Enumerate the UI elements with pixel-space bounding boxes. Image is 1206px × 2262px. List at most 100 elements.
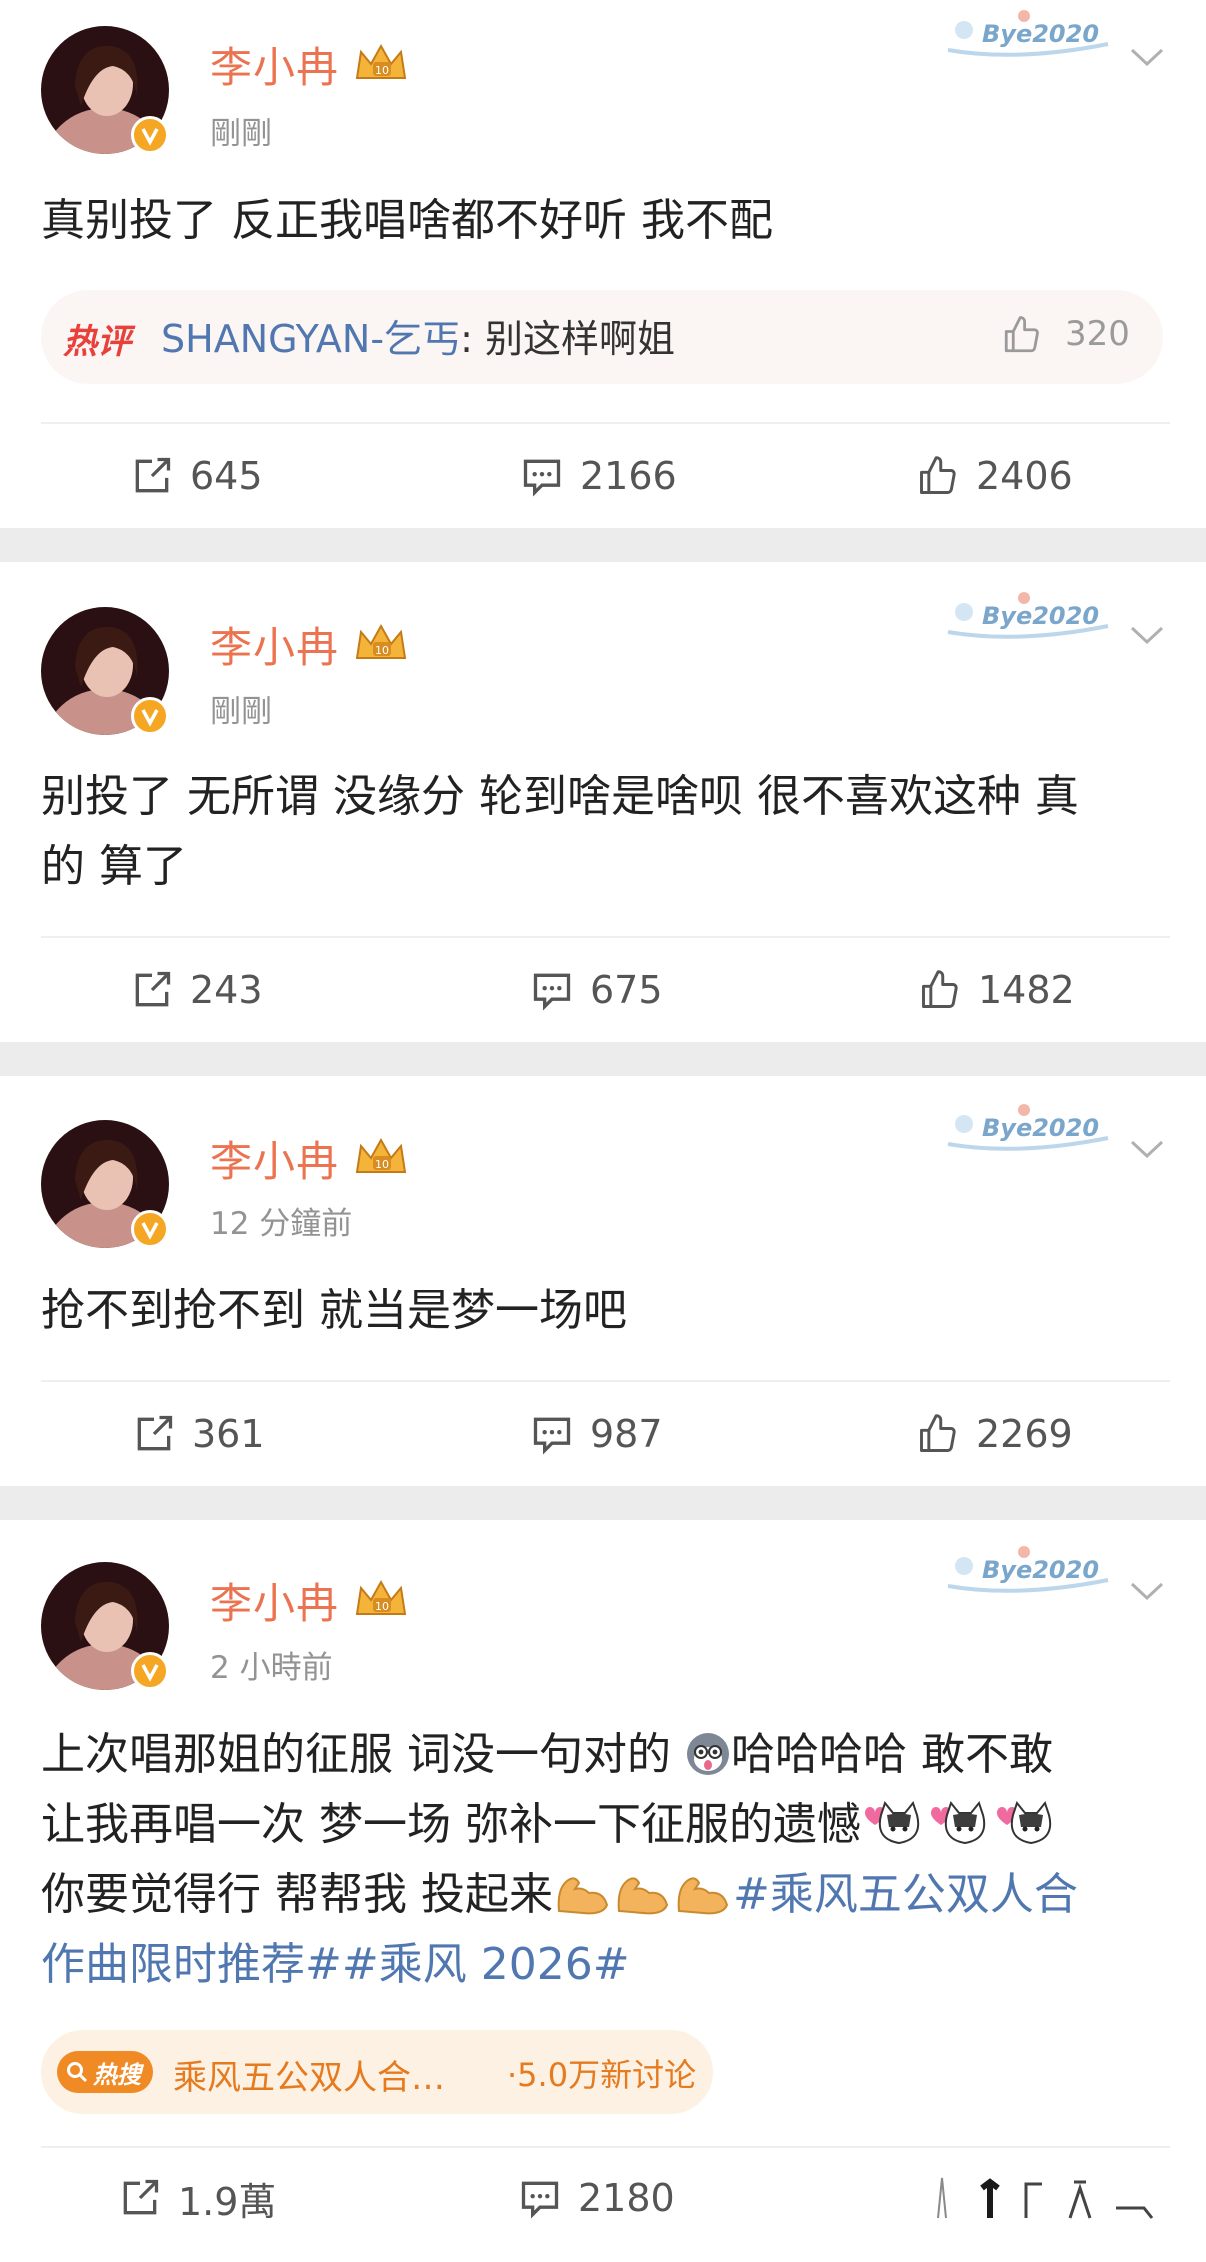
comment-count: 987 (590, 1412, 663, 1456)
svg-text:Bye2020: Bye2020 (982, 20, 1099, 48)
post-text-segment: 哈哈哈哈 敢不敢 (730, 1729, 1053, 1780)
svg-text:10: 10 (375, 1158, 389, 1171)
thumbs-up-icon (922, 970, 958, 1008)
thumbs-up-icon (920, 456, 956, 494)
post-text: 真别投了 反正我唱啥都不好听 我不配 (41, 195, 773, 246)
post-card: 李小冉 10 2 小時前 Bye2020 上次唱那姐的征服 词没一句对的 哈哈哈… (0, 1520, 1206, 2262)
comment-button[interactable]: 675 (530, 940, 663, 1040)
post-text-segment: 让我再唱一次 梦一场 弥补一下征服的遗憾 (41, 1799, 861, 1850)
comment-count: 2180 (578, 2176, 675, 2220)
post-text: 抢不到抢不到 就当是梦一场吧 (41, 1285, 627, 1336)
flexed-biceps-emoji-icon (557, 1877, 609, 1915)
like-count: 1482 (978, 968, 1075, 1012)
cat-heart-emoji-icon (996, 1800, 1052, 1845)
search-icon (67, 2062, 88, 2083)
like-button[interactable]: 1482 (918, 940, 1075, 1040)
post-time: 剛剛 (210, 694, 272, 730)
like-count: 2406 (976, 454, 1073, 498)
svg-text:Bye2020: Bye2020 (982, 602, 1099, 630)
repost-count: 645 (190, 454, 263, 498)
comment-icon (521, 2181, 559, 2219)
crown-badge-icon: 10 (355, 43, 407, 79)
hot-search-pill[interactable]: 热搜 乘风五公双人合… ·5.0万新讨论 (41, 2030, 713, 2114)
comment-button[interactable]: 987 (530, 1384, 663, 1484)
chevron-down-icon[interactable] (1129, 624, 1165, 646)
hot-comment[interactable]: 热评 SHANGYAN-乞丐: 别这样啊姐 320 (41, 290, 1163, 384)
username[interactable]: 李小冉 (210, 1570, 339, 1631)
flexed-biceps-emoji-icon (617, 1877, 669, 1915)
svg-text:Bye2020: Bye2020 (982, 1556, 1099, 1584)
post-text-segment: 你要觉得行 帮帮我 投起来 (41, 1869, 553, 1920)
post-text: 别投了 无所谓 没缘分 轮到啥是啥呗 很不喜欢这种 真 的 算了 (41, 762, 1170, 902)
divider (41, 422, 1170, 424)
post-text-segment: 上次唱那姐的征服 词没一句对的 (41, 1729, 685, 1780)
comment-button[interactable]: 2166 (520, 426, 677, 526)
comment-button[interactable]: 2180 (518, 2148, 675, 2248)
action-bar: 1.9萬 2180 (0, 2148, 1206, 2248)
repost-icon (135, 971, 171, 1007)
hot-search-badge: 热搜 (57, 2051, 153, 2093)
like-button[interactable] (930, 2148, 1186, 2248)
chevron-down-icon[interactable] (1129, 1580, 1165, 1602)
hot-search-count: ·5.0万新讨论 (507, 2056, 697, 2094)
hot-comment-label: 热评 (63, 322, 131, 362)
post-time: 2 小時前 (210, 1650, 333, 1686)
bye2020-decoration-icon: Bye2020 (947, 1546, 1109, 1593)
svg-text:10: 10 (375, 1600, 389, 1613)
thumbs-up-icon[interactable] (1001, 314, 1043, 356)
post-text: 上次唱那姐的征服 词没一句对的 哈哈哈哈 敢不敢 让我再唱一次 梦一场 弥补一下… (41, 1720, 1170, 2000)
comment-count: 675 (590, 968, 663, 1012)
crown-badge-icon: 10 (355, 1137, 407, 1173)
post-time: 12 分鐘前 (210, 1206, 353, 1242)
repost-count: 1.9萬 (178, 2179, 277, 2224)
hashtag-link[interactable]: 作曲限时推荐##乘风 2026# (41, 1939, 630, 1990)
like-button[interactable]: 2269 (916, 1384, 1073, 1484)
svg-text:10: 10 (375, 64, 389, 77)
comment-count: 2166 (580, 454, 677, 498)
repost-button[interactable]: 361 (132, 1384, 265, 1484)
repost-icon (135, 457, 171, 493)
hashtag-link[interactable]: #乘风五公双人合 (733, 1869, 1078, 1920)
thumbs-up-icon (920, 1414, 956, 1452)
cat-heart-emoji-icon (864, 1800, 920, 1845)
divider (41, 936, 1170, 938)
repost-count: 361 (192, 1412, 265, 1456)
bye2020-decoration-icon: Bye2020 (947, 1104, 1109, 1151)
action-bar: 645 2166 2406 (0, 426, 1206, 526)
username[interactable]: 李小冉 (210, 1128, 339, 1189)
comment-icon (533, 973, 571, 1011)
bye2020-decoration-icon: Bye2020 (947, 592, 1109, 639)
action-bar: 243 675 1482 (0, 940, 1206, 1040)
post-card: 李小冉 10 12 分鐘前 Bye2020 抢不到抢不到 就当是梦一场吧 361… (0, 1076, 1206, 1486)
chevron-down-icon[interactable] (1129, 46, 1165, 68)
post-text-line: 的 算了 (41, 841, 187, 892)
repost-count: 243 (190, 968, 263, 1012)
post-time: 剛剛 (210, 116, 272, 152)
username[interactable]: 李小冉 (210, 34, 339, 95)
repost-icon (123, 2179, 159, 2215)
husky-emoji-icon (686, 1733, 729, 1775)
chevron-down-icon[interactable] (1129, 1138, 1165, 1160)
bye2020-decoration-icon: Bye2020 (947, 10, 1109, 57)
action-bar: 361 987 2269 (0, 1384, 1206, 1484)
post-card: 李小冉 10 剛剛 Bye2020 真别投了 反正我唱啥都不好听 我不配 热评 … (0, 0, 1206, 528)
divider (41, 1380, 1170, 1382)
repost-button[interactable]: 1.9萬 (118, 2148, 276, 2248)
verified-badge-icon (131, 1652, 169, 1690)
repost-button[interactable]: 645 (130, 426, 263, 526)
verified-badge-icon (131, 116, 169, 154)
weibo-feed: 李小冉 10 剛剛 Bye2020 真别投了 反正我唱啥都不好听 我不配 热评 … (0, 0, 1206, 2262)
cat-heart-emoji-icon (930, 1800, 986, 1845)
flexed-biceps-emoji-icon (677, 1877, 729, 1915)
repost-icon (137, 1415, 173, 1451)
hot-comment-author[interactable]: SHANGYAN-乞丐 (161, 317, 460, 361)
like-count: 2269 (976, 1412, 1073, 1456)
svg-text:10: 10 (375, 644, 389, 657)
like-button[interactable]: 2406 (916, 426, 1073, 526)
repost-button[interactable]: 243 (130, 940, 263, 1040)
hot-comment-text: : 别这样啊姐 (460, 317, 675, 361)
crown-badge-icon: 10 (355, 623, 407, 659)
post-text-line: 别投了 无所谓 没缘分 轮到啥是啥呗 很不喜欢这种 真 (41, 771, 1079, 822)
username[interactable]: 李小冉 (210, 614, 339, 675)
verified-badge-icon (131, 697, 169, 735)
